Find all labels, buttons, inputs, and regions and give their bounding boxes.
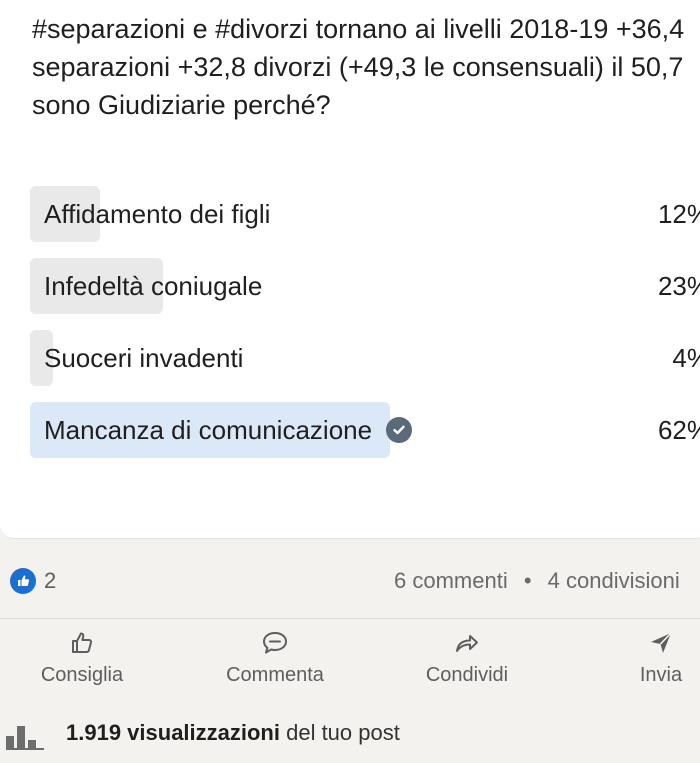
reaction-count[interactable]: 2: [44, 564, 56, 598]
poll-option-percent: 12%: [657, 199, 700, 229]
poll-option-label: Affidamento dei figli: [44, 199, 271, 229]
analytics-bars-icon: [6, 726, 44, 750]
poll-option-infedelta[interactable]: Infedeltà coniugale 23%: [30, 258, 700, 314]
send-button[interactable]: Invia: [626, 628, 696, 698]
social-summary: 6 commenti • 4 condivisioni: [394, 564, 680, 598]
shares-count-link[interactable]: 4 condivisioni: [548, 568, 680, 593]
comment-button[interactable]: Commenta: [214, 628, 336, 698]
poll-option-mancanza[interactable]: Mancanza di comunicazione 62%: [30, 402, 700, 458]
poll-option-label: Mancanza di comunicazione: [44, 415, 373, 445]
share-label: Condividi: [425, 664, 509, 686]
comment-label: Commenta: [226, 664, 324, 686]
action-bar: Consiglia Commenta Condividi Invia: [0, 628, 700, 698]
share-button[interactable]: Condividi: [414, 628, 520, 698]
send-label: Invia: [639, 664, 683, 686]
send-icon: [648, 628, 674, 658]
divider: [0, 618, 700, 619]
post-question: #separazioni e #divorzi tornano ai livel…: [32, 14, 685, 120]
like-reaction-icon[interactable]: [10, 568, 36, 594]
views-text: 1.919 visualizzazioni del tuo post: [66, 716, 400, 750]
poll-option-percent: 62%: [657, 415, 700, 445]
poll-option-suoceri[interactable]: Suoceri invadenti 4%: [30, 330, 700, 386]
like-button[interactable]: Consiglia: [30, 628, 134, 698]
post-analytics[interactable]: 1.919 visualizzazioni del tuo post: [0, 712, 700, 756]
social-counts: 2 6 commenti • 4 condivisioni: [0, 560, 700, 604]
dot-separator: •: [523, 568, 532, 593]
views-suffix: del tuo post: [279, 720, 400, 745]
poll-option-percent: 4%: [672, 343, 700, 373]
share-arrow-icon: [453, 628, 481, 658]
thumbs-up-icon: [69, 628, 95, 658]
poll-option-percent: 23%: [657, 271, 700, 301]
views-count: 1.919 visualizzazioni: [66, 720, 280, 745]
comments-count-link[interactable]: 6 commenti: [394, 568, 508, 593]
poll-option-label: Suoceri invadenti: [44, 343, 244, 373]
post-card: #separazioni e #divorzi tornano ai livel…: [0, 0, 700, 539]
check-circle-icon: [386, 417, 413, 443]
comment-icon: [261, 628, 289, 658]
poll-option-label: Infedeltà coniugale: [44, 271, 263, 301]
poll-option-affidamento[interactable]: Affidamento dei figli 12%: [30, 186, 700, 242]
like-label: Consiglia: [40, 664, 124, 686]
